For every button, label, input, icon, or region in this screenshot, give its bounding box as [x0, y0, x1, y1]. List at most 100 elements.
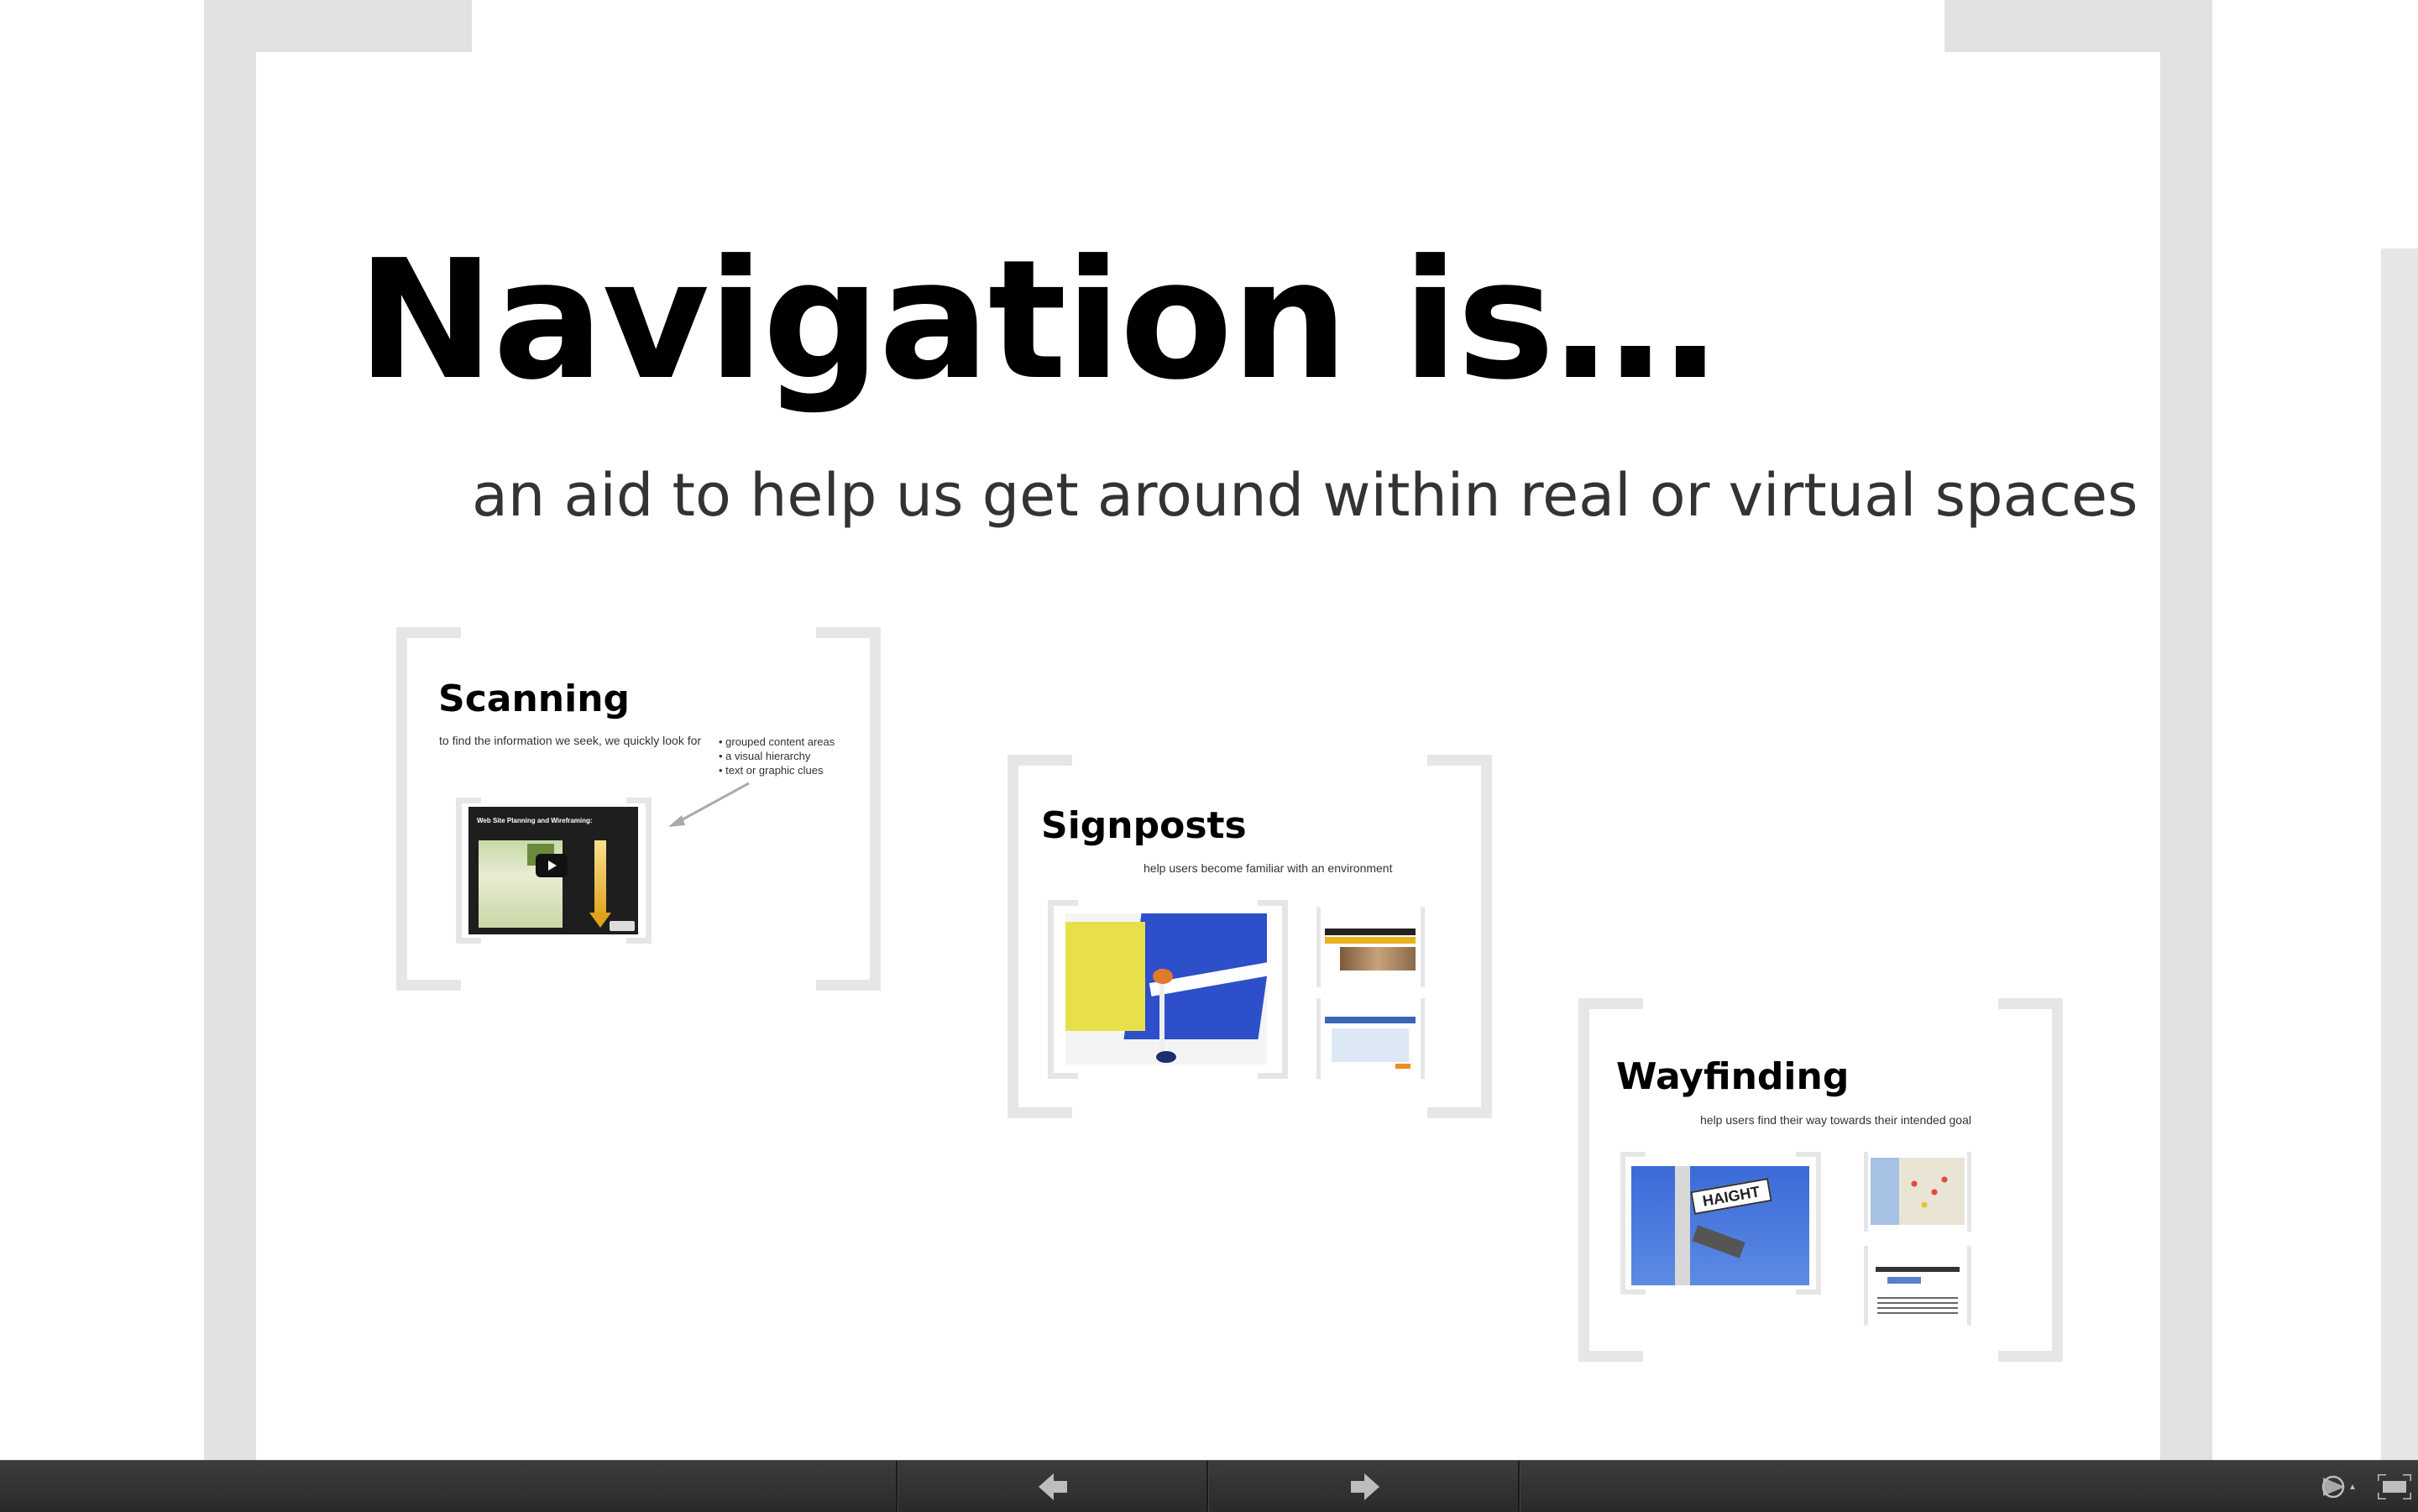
fullscreen-button[interactable] [2368, 1461, 2418, 1512]
frame-top-left-bar [204, 0, 472, 52]
wayfinding-title: Wayfinding [1616, 1055, 1850, 1098]
map-water [1871, 1158, 1899, 1225]
bracket-right [1421, 998, 1425, 1079]
pointer-arrow-icon [668, 782, 750, 827]
video-thumbnail[interactable]: Web Site Planning and Wireframing: [468, 807, 638, 934]
toolbar-divider [1518, 1461, 1520, 1512]
next-button[interactable] [1208, 1461, 1518, 1512]
web-screenshot-1[interactable] [1323, 913, 1417, 979]
scanning-lead: to find the information we seek, we quic… [439, 734, 702, 747]
frame-top-right-bar [1944, 0, 2212, 52]
bracket-right [646, 798, 652, 944]
bracket-tr [1998, 998, 2063, 1009]
bracket-left [1864, 1152, 1868, 1232]
screenshot-banner [1325, 937, 1416, 944]
video-title: Web Site Planning and Wireframing: [477, 817, 593, 824]
signposts-title: Signposts [1041, 804, 1247, 847]
bracket-bl [456, 938, 481, 944]
bracket-left [1578, 998, 1589, 1362]
bracket-right [1967, 1246, 1971, 1326]
bracket-br [816, 980, 881, 991]
bracket-right [1421, 907, 1425, 987]
map-yellow-area [1065, 922, 1145, 1031]
screenshot-button [1395, 1064, 1410, 1069]
bracket-left [396, 627, 407, 991]
bracket-left [1316, 998, 1321, 1079]
bracket-tl [1008, 755, 1072, 766]
bracket-left [1620, 1152, 1625, 1295]
bracket-bl [1048, 1073, 1078, 1079]
scanning-frame[interactable]: Scanning to find the information we seek… [396, 627, 881, 991]
bracket-bl [1578, 1351, 1643, 1362]
signposts-frame[interactable]: Signposts help users become familiar wit… [1008, 755, 1492, 1118]
bracket-right [1282, 900, 1288, 1079]
scanning-title: Scanning [438, 678, 631, 720]
bracket-tl [1620, 1152, 1646, 1157]
frame-right-bar [2160, 0, 2212, 1460]
arrow-right-icon [1351, 1473, 1379, 1500]
slide-subtitle: an aid to help us get around within real… [472, 461, 2138, 530]
scanning-bullet: • text or graphic clues [719, 764, 824, 777]
bracket-left [456, 798, 462, 944]
bracket-br [1998, 1351, 2063, 1362]
screenshot-nav [1325, 1017, 1416, 1023]
google-map-thumb[interactable] [1871, 1158, 1965, 1225]
bracket-br [1796, 1290, 1821, 1295]
player-toolbar [0, 1460, 2418, 1512]
next-frame-edge [2381, 249, 2418, 1460]
map-image[interactable] [1065, 913, 1267, 1065]
bracket-tr [1258, 900, 1288, 906]
frame-left-bar [204, 0, 256, 1460]
signposts-lead: help users become familiar with an envir… [1144, 861, 1393, 875]
bracket-bl [396, 980, 461, 991]
bracket-br [626, 938, 652, 944]
down-arrow-icon [589, 913, 611, 928]
bracket-left [1316, 907, 1321, 987]
play-button-icon[interactable] [536, 854, 568, 877]
video-arrow [594, 840, 606, 920]
bracket-right [2052, 998, 2063, 1362]
scanning-bullet: • a visual hierarchy [719, 750, 811, 762]
bracket-tr [626, 798, 652, 803]
results-lines [1877, 1297, 1958, 1314]
arrow-left-icon [1039, 1473, 1067, 1500]
map-pins [1904, 1171, 1955, 1213]
previous-button[interactable] [898, 1461, 1206, 1512]
results-tabs [1887, 1277, 1921, 1284]
bracket-left [1864, 1246, 1868, 1326]
bracket-bl [1620, 1290, 1646, 1295]
scanning-bullet: • grouped content areas [719, 735, 835, 748]
web-screenshot-2[interactable] [1323, 1003, 1417, 1075]
screenshot-header [1325, 929, 1416, 935]
street-sign-2 [1692, 1225, 1745, 1258]
autoplay-icon [2321, 1475, 2355, 1499]
screenshot-panel [1332, 1028, 1409, 1062]
autoplay-button[interactable] [2313, 1461, 2363, 1512]
bracket-right [870, 627, 881, 991]
bracket-tr [1427, 755, 1492, 766]
bracket-tl [1048, 900, 1078, 906]
bracket-tl [456, 798, 481, 803]
bracket-tl [396, 627, 461, 638]
bracket-bl [1008, 1107, 1072, 1118]
map-bottom-marker-icon [1156, 1051, 1176, 1063]
map-marker-icon [1153, 969, 1173, 984]
street-sign: HAIGHT [1690, 1178, 1772, 1215]
bracket-tr [1796, 1152, 1821, 1157]
street-sign-photo[interactable]: HAIGHT [1631, 1166, 1809, 1285]
search-results-thumb[interactable] [1871, 1250, 1965, 1322]
bracket-left [1008, 755, 1018, 1118]
bracket-right [1481, 755, 1492, 1118]
wayfinding-lead: help users find their way towards their … [1700, 1113, 1971, 1127]
slide-title: Navigation is… [357, 225, 1718, 416]
bracket-left [1048, 900, 1054, 1079]
bracket-br [1258, 1073, 1288, 1079]
bracket-right [1816, 1152, 1821, 1295]
screenshot-photo [1340, 947, 1416, 971]
bracket-tl [1578, 998, 1643, 1009]
sign-pole [1675, 1166, 1690, 1285]
bracket-br [1427, 1107, 1492, 1118]
wayfinding-frame[interactable]: Wayfinding help users find their way tow… [1578, 998, 2063, 1362]
fullscreen-icon [2378, 1474, 2411, 1499]
bracket-tr [816, 627, 881, 638]
